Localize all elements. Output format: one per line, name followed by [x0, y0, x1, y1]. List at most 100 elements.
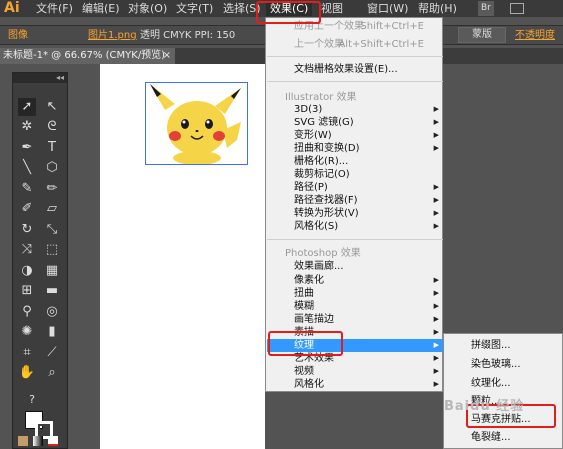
submenu-arrow-icon: ▶ [433, 315, 439, 323]
submenu-arrow-icon: ▶ [433, 302, 439, 310]
zoom-tool-icon[interactable]: ⌕ [43, 364, 61, 382]
perspective-grid-tool-icon[interactable]: ▦ [43, 262, 61, 280]
pen-tool-icon[interactable]: ✒ [18, 139, 36, 157]
menu-item-texture[interactable]: 纹理 ▶ [267, 339, 443, 352]
menu-item-apply-last-effect: 应用上一个效果 Shift+Ctrl+E [294, 21, 424, 32]
submenu-arrow-icon: ▶ [433, 289, 439, 297]
menu-select[interactable]: 选择(S) [223, 1, 261, 16]
magic-wand-tool-icon[interactable]: ✲ [18, 118, 36, 136]
submenu-item-mosaic-tiles[interactable]: 马赛克拼贴... [445, 413, 563, 427]
menu-item-pixelate[interactable]: 像素化 ▶ [267, 274, 443, 287]
submenu-arrow-icon: ▶ [433, 105, 439, 113]
mesh-tool-icon[interactable]: ⊞ [18, 282, 36, 300]
menu-item-effect-gallery[interactable]: 效果画廊... [267, 260, 443, 273]
hand-tool-icon[interactable]: ✋ [18, 364, 36, 382]
submenu-arrow-icon: ▶ [433, 222, 439, 230]
selection-bounding-box [145, 82, 248, 165]
symbol-sprayer-tool-icon[interactable]: ✺ [18, 323, 36, 341]
selection-tool-icon[interactable]: ➚ [18, 98, 36, 116]
menu-edit[interactable]: 编辑(E) [82, 1, 120, 16]
menu-item-pathfinder[interactable]: 路径查找器(F) ▶ [267, 194, 443, 207]
gradient-tool-icon[interactable]: ▬ [43, 282, 61, 300]
submenu-arrow-icon: ▶ [433, 276, 439, 284]
slice-tool-icon[interactable]: ⟋ [43, 344, 61, 362]
texture-submenu: 拼缀图... 染色玻璃... 纹理化... 颗粒... 马赛克拼贴... 龟裂缝… [443, 333, 563, 449]
menu-type[interactable]: 文字(T) [176, 1, 213, 16]
close-tab-icon[interactable]: × [163, 48, 171, 64]
rotate-tool-icon[interactable]: ↻ [18, 221, 36, 239]
eyedropper-tool-icon[interactable]: ⚲ [18, 303, 36, 321]
type-tool-icon[interactable]: T [43, 139, 61, 157]
menu-effect[interactable]: 效果(C) [266, 1, 313, 16]
graph-tool-icon[interactable]: ▮ [43, 323, 61, 341]
menu-item-stylize-ai[interactable]: 风格化(S) ▶ [267, 220, 443, 233]
tools-panel: ◂◂ ➚ ↖ ✲ ᘓ ✒ T ╲ ⬡ ✎ ✏ ✐ ▱ ↻ ⤡ ⤨ ⬚ ◑ ▦ ⊞… [12, 72, 68, 449]
menu-separator [267, 56, 443, 57]
submenu-arrow-icon: ▶ [433, 341, 439, 349]
shape-builder-tool-icon[interactable]: ◑ [18, 262, 36, 280]
document-tab[interactable]: 未标题-1* @ 66.67% (CMYK/预览) × [0, 48, 175, 64]
submenu-arrow-icon: ▶ [433, 209, 439, 217]
gradient-mode-icon[interactable] [33, 436, 43, 446]
opacity-label[interactable]: 不透明度 [515, 29, 555, 43]
menu-item-artistic[interactable]: 艺术效果 ▶ [267, 352, 443, 365]
menu-object[interactable]: 对象(O) [128, 1, 167, 16]
menu-item-distort-transform[interactable]: 扭曲和变换(D) ▶ [267, 142, 443, 155]
submenu-arrow-icon: ▶ [433, 196, 439, 204]
shape-tool-icon[interactable]: ⬡ [43, 159, 61, 177]
menu-item-blur[interactable]: 模糊 ▶ [267, 300, 443, 313]
color-mode-icon[interactable] [18, 436, 28, 446]
menu-item-video[interactable]: 视频 ▶ [267, 365, 443, 378]
menu-item-stylize-ps[interactable]: 风格化 ▶ [267, 378, 443, 391]
artboard-tool-icon[interactable]: ⌗ [18, 344, 36, 362]
menu-item-last-effect: 上一个效果 Alt+Shift+Ctrl+E [294, 39, 424, 50]
tools-panel-collapse-icon[interactable]: ◂◂ [13, 73, 67, 83]
menu-item-brush-strokes[interactable]: 画笔描边 ▶ [267, 313, 443, 326]
submenu-arrow-icon: ▶ [433, 354, 439, 362]
menu-item-svg-filters[interactable]: SVG 滤镜(G) ▶ [267, 116, 443, 129]
submenu-arrow-icon: ▶ [433, 367, 439, 375]
submenu-item-craquelure[interactable]: 龟裂缝... [445, 431, 563, 445]
scale-tool-icon[interactable]: ⤡ [43, 221, 61, 239]
menu-item-path[interactable]: 路径(P) ▶ [267, 181, 443, 194]
menu-separator [267, 81, 443, 82]
workspace-switcher-icon[interactable] [510, 3, 524, 14]
free-transform-tool-icon[interactable]: ⬚ [43, 241, 61, 259]
linked-file-link[interactable]: 图片1.png [88, 29, 137, 43]
none-mode-icon[interactable] [48, 436, 58, 446]
menu-window[interactable]: 窗口(W) [367, 1, 408, 16]
menu-item-crop-marks[interactable]: 裁剪标记(O) [267, 168, 443, 181]
bridge-button[interactable]: Br [478, 1, 494, 16]
submenu-item-patchwork[interactable]: 拼缀图... [445, 339, 563, 353]
paintbrush-tool-icon[interactable]: ✎ [18, 180, 36, 198]
menu-view[interactable]: 视图 [321, 1, 343, 16]
menu-item-distort[interactable]: 扭曲 ▶ [267, 287, 443, 300]
menu-item-rasterize[interactable]: 栅格化(R)... [267, 155, 443, 168]
help-icon[interactable]: ? [23, 391, 41, 409]
menu-item-raster-settings[interactable]: 文档栅格效果设置(E)... [267, 63, 443, 76]
direct-selection-tool-icon[interactable]: ↖ [43, 98, 61, 116]
submenu-arrow-icon: ▶ [433, 380, 439, 388]
selection-type-label: 图像 [8, 30, 28, 41]
menu-item-3d[interactable]: 3D(3) ▶ [267, 103, 443, 116]
effect-menu: 应用上一个效果 Shift+Ctrl+E 上一个效果 Alt+Shift+Ctr… [265, 17, 443, 392]
line-tool-icon[interactable]: ╲ [18, 159, 36, 177]
submenu-item-texturizer[interactable]: 纹理化... [445, 377, 563, 391]
width-tool-icon[interactable]: ⤨ [18, 241, 36, 259]
app-logo: Ai [4, 0, 20, 16]
menu-item-sketch[interactable]: 素描 ▶ [267, 326, 443, 339]
menu-file[interactable]: 文件(F) [36, 1, 73, 16]
menu-help[interactable]: 帮助(H) [418, 1, 457, 16]
submenu-item-stained-glass[interactable]: 染色玻璃... [445, 358, 563, 372]
image-info: 透明 CMYK PPI: 150 [140, 30, 236, 41]
artboard-canvas[interactable] [100, 64, 265, 449]
menu-item-convert-to-shape[interactable]: 转换为形状(V) ▶ [267, 207, 443, 220]
mask-button[interactable]: 蒙版 [458, 27, 506, 43]
blob-brush-tool-icon[interactable]: ✐ [18, 200, 36, 218]
blend-tool-icon[interactable]: ◎ [43, 303, 61, 321]
pencil-tool-icon[interactable]: ✏ [43, 180, 61, 198]
illustrator-effects-header: Illustrator 效果 [285, 92, 357, 103]
eraser-tool-icon[interactable]: ▱ [43, 200, 61, 218]
lasso-tool-icon[interactable]: ᘓ [43, 118, 61, 136]
menu-item-warp[interactable]: 变形(W) ▶ [267, 129, 443, 142]
